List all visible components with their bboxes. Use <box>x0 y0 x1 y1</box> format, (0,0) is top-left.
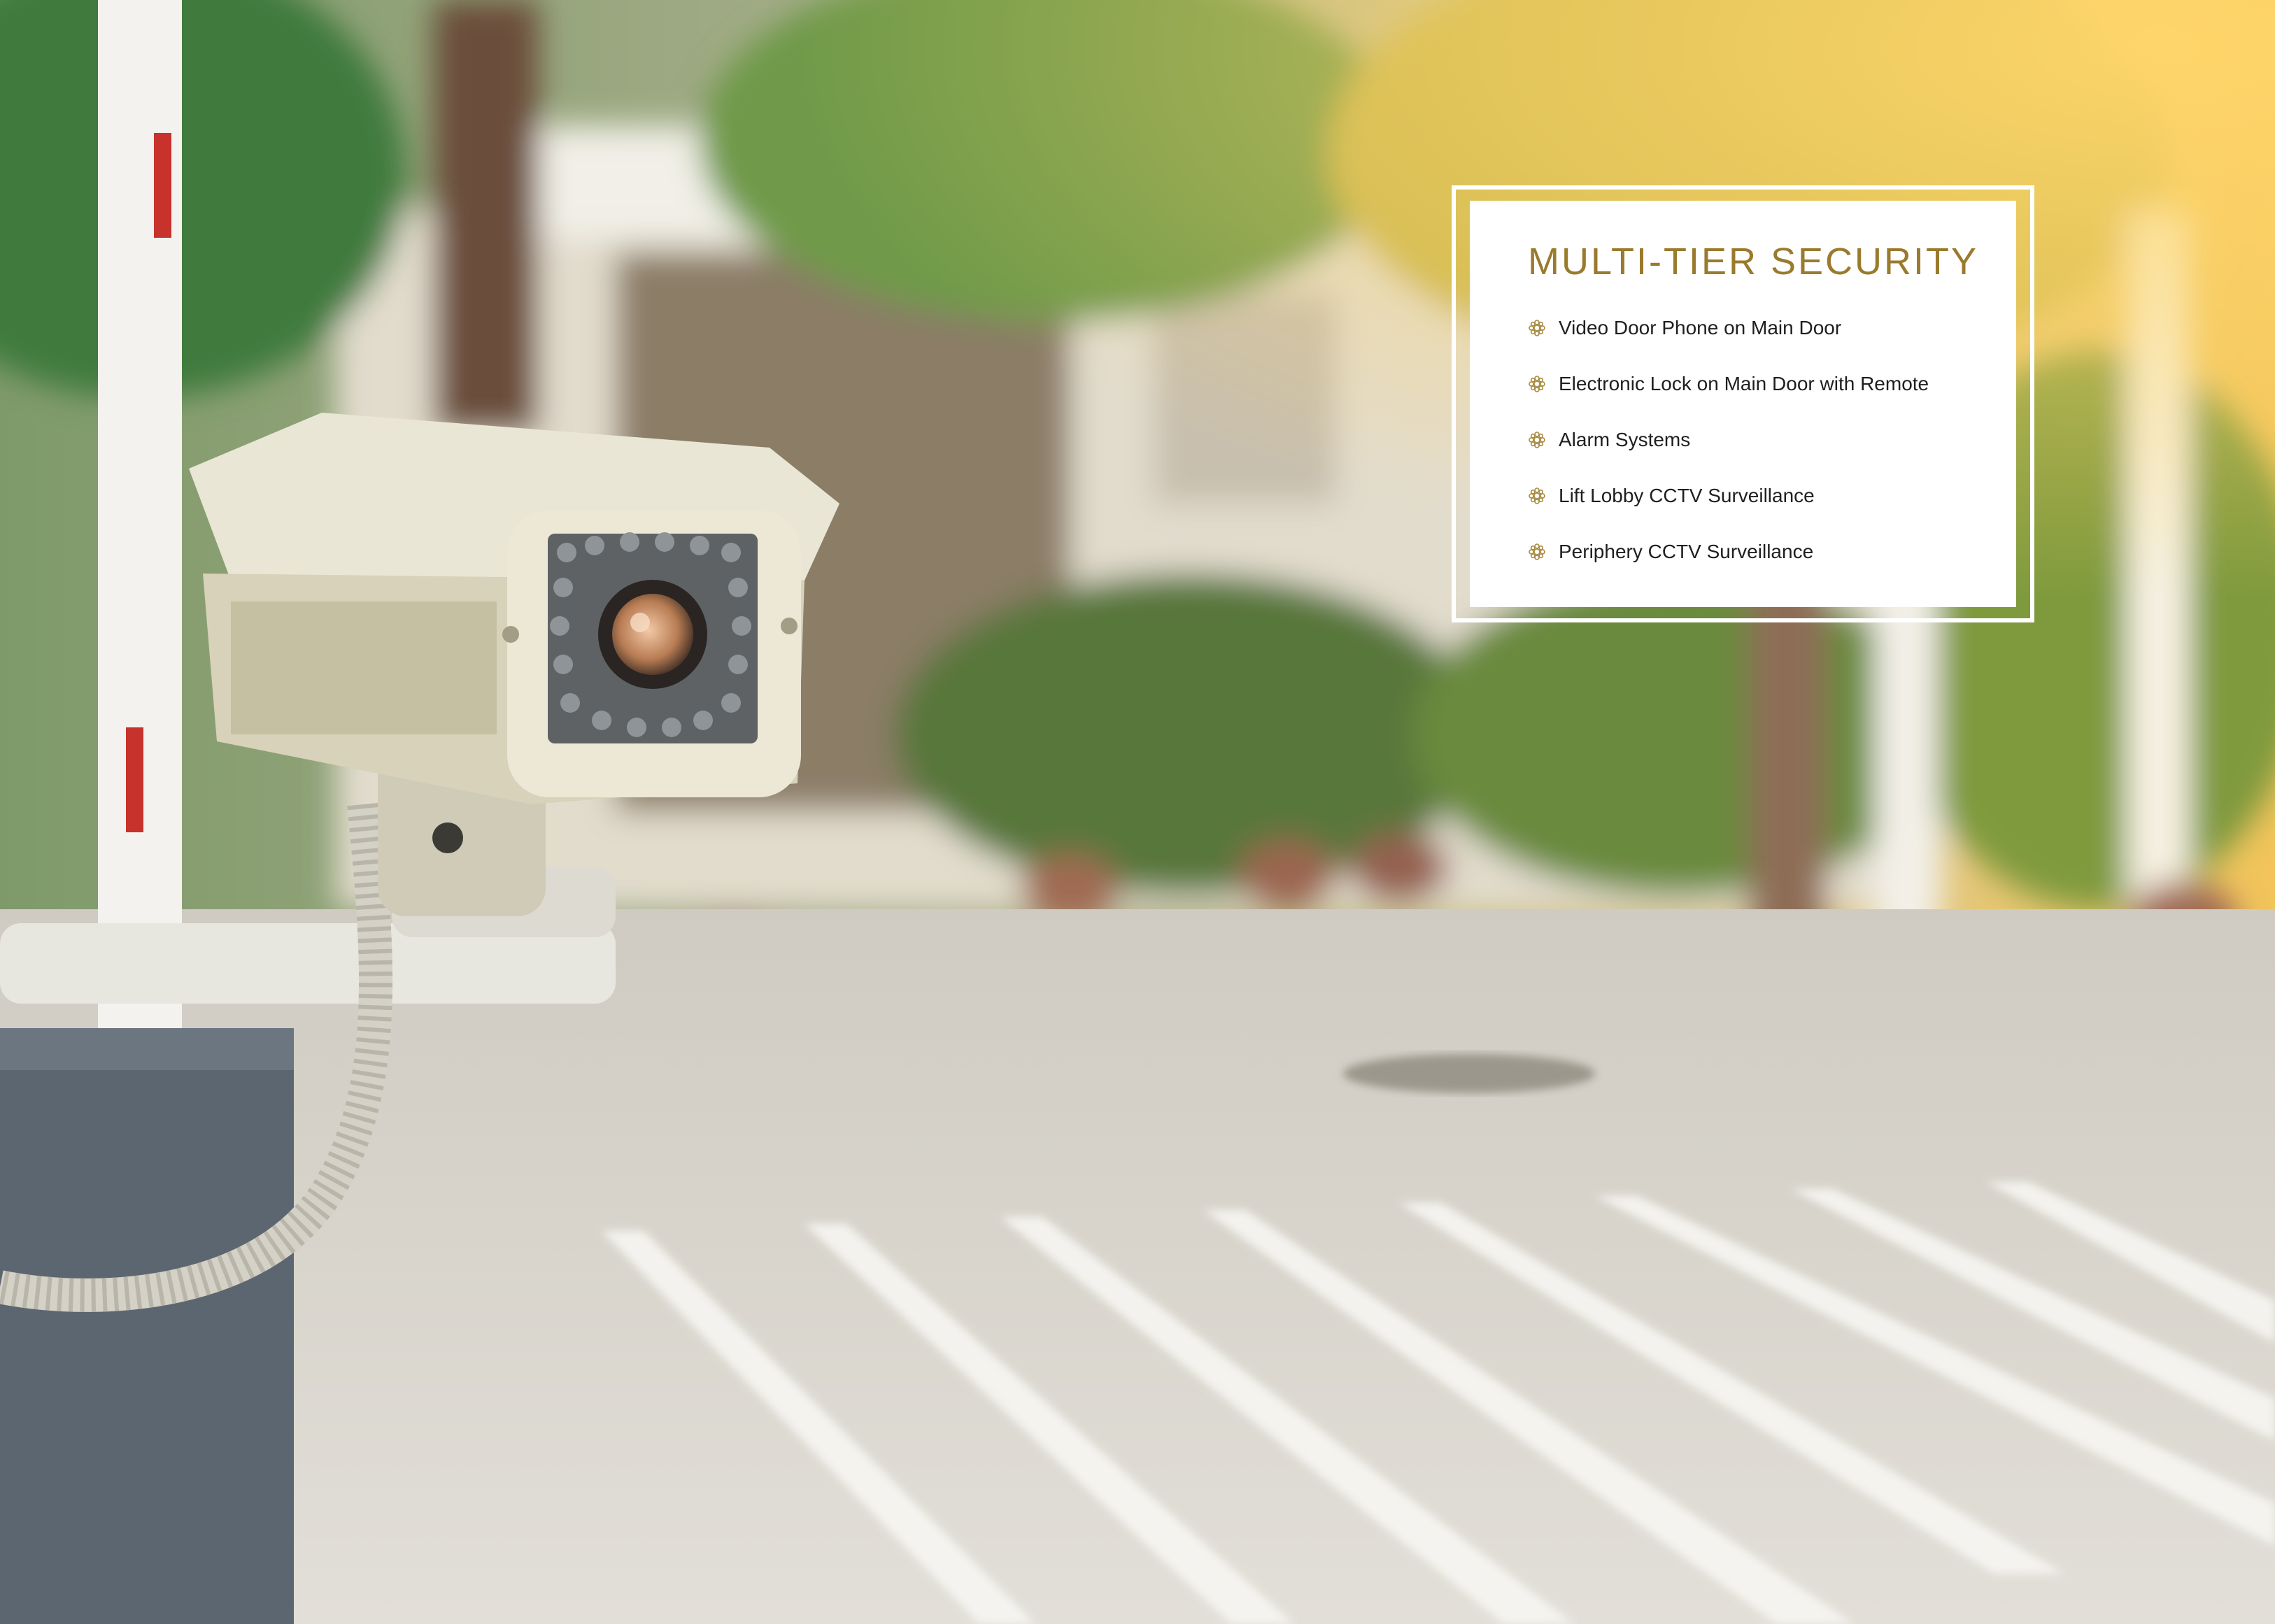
list-item: Electronic Lock on Main Door with Remote <box>1528 356 2016 412</box>
feature-label: Lift Lobby CCTV Surveillance <box>1559 485 1815 506</box>
list-item: Lift Lobby CCTV Surveillance <box>1528 468 2016 524</box>
gear-flower-icon <box>1529 320 1545 336</box>
feature-label: Electronic Lock on Main Door with Remote <box>1559 373 1929 394</box>
list-item: Alarm Systems <box>1528 412 2016 468</box>
gear-flower-icon <box>1529 487 1545 504</box>
feature-list: Video Door Phone on Main Door Electronic… <box>1528 300 2016 580</box>
security-feature-card: MULTI-TIER SECURITY Video Door Phone on … <box>1470 201 2016 607</box>
card-title: MULTI-TIER SECURITY <box>1528 241 1979 283</box>
feature-label: Alarm Systems <box>1559 429 1691 450</box>
list-item: Video Door Phone on Main Door <box>1528 300 2016 356</box>
gear-flower-icon <box>1529 543 1545 560</box>
feature-label: Periphery CCTV Surveillance <box>1559 541 1814 562</box>
feature-label: Video Door Phone on Main Door <box>1559 317 1842 339</box>
gear-flower-icon <box>1529 376 1545 392</box>
gear-flower-icon <box>1529 432 1545 448</box>
list-item: Periphery CCTV Surveillance <box>1528 524 2016 580</box>
